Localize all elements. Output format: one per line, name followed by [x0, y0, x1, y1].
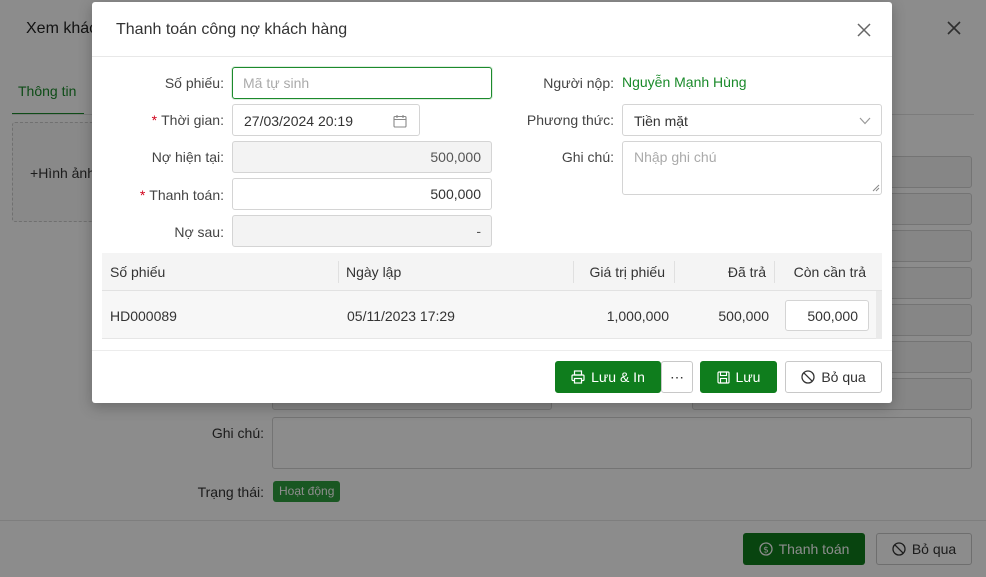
payment-method-value: Tiền mặt	[634, 113, 688, 129]
debt-after-input	[232, 215, 492, 247]
save-print-button[interactable]: Lưu & In	[555, 361, 661, 393]
skip-button[interactable]: Bỏ qua	[785, 361, 882, 393]
column-separator	[573, 261, 574, 283]
note-textarea[interactable]	[622, 141, 882, 195]
chevron-down-icon	[859, 117, 871, 125]
calendar-icon	[393, 115, 407, 128]
modal-footer-divider	[92, 350, 892, 351]
resize-grip-icon[interactable]	[872, 184, 880, 192]
column-separator	[674, 261, 675, 283]
cell-paid: 500,000	[718, 308, 769, 324]
table-header: Số phiếu Ngày lập Giá trị phiếu Đã trả C…	[102, 253, 882, 291]
skip-label: Bỏ qua	[821, 369, 866, 385]
current-debt-label: Nợ hiện tại:	[151, 149, 224, 165]
close-icon[interactable]	[855, 21, 873, 39]
cell-value: 1,000,000	[606, 308, 669, 324]
time-datepicker[interactable]: 27/03/2024 20:19	[232, 104, 420, 136]
ban-icon	[801, 370, 815, 384]
cell-date: 05/11/2023 17:29	[347, 308, 455, 324]
more-options-button[interactable]: ⋯	[661, 361, 693, 393]
header-receipt-no: Số phiếu	[110, 264, 166, 280]
modal-header: Thanh toán công nợ khách hàng	[92, 2, 892, 57]
header-remaining: Còn cần trả	[793, 264, 866, 280]
header-value: Giá trị phiếu	[589, 264, 665, 280]
payment-method-select[interactable]: Tiền mặt	[622, 104, 882, 136]
payer-name[interactable]: Nguyễn Mạnh Hùng	[622, 74, 747, 90]
debt-after-label: Nợ sau:	[174, 224, 224, 240]
printer-icon	[571, 370, 585, 384]
time-value: 27/03/2024 20:19	[244, 113, 353, 129]
receipt-no-input[interactable]	[232, 67, 492, 99]
save-button[interactable]: Lưu	[700, 361, 777, 393]
table-scrollbar[interactable]	[876, 291, 882, 339]
save-label: Lưu	[735, 369, 761, 385]
time-label: * Thời gian:	[151, 112, 224, 128]
method-label: Phương thức:	[526, 112, 614, 128]
cell-receipt-no: HD000089	[110, 308, 177, 324]
more-icon: ⋯	[670, 368, 684, 385]
header-date: Ngày lập	[346, 264, 402, 280]
remaining-input[interactable]	[785, 300, 869, 331]
column-separator	[774, 261, 775, 283]
column-separator	[338, 261, 339, 283]
receipt-no-label: Số phiếu:	[164, 75, 224, 91]
table-row: HD000089 05/11/2023 17:29 1,000,000 500,…	[102, 291, 882, 339]
save-icon	[716, 370, 730, 384]
current-debt-input	[232, 141, 492, 173]
save-print-label: Lưu & In	[591, 369, 645, 385]
note-label: Ghi chú:	[561, 149, 614, 165]
payment-label: * Thanh toán:	[139, 187, 224, 203]
modal-title: Thanh toán công nợ khách hàng	[116, 21, 348, 38]
payer-label: Người nộp:	[543, 75, 614, 91]
payment-input[interactable]	[232, 178, 492, 210]
header-paid: Đã trả	[727, 264, 766, 280]
debt-payment-modal: Thanh toán công nợ khách hàng Số phiếu: …	[92, 2, 892, 403]
